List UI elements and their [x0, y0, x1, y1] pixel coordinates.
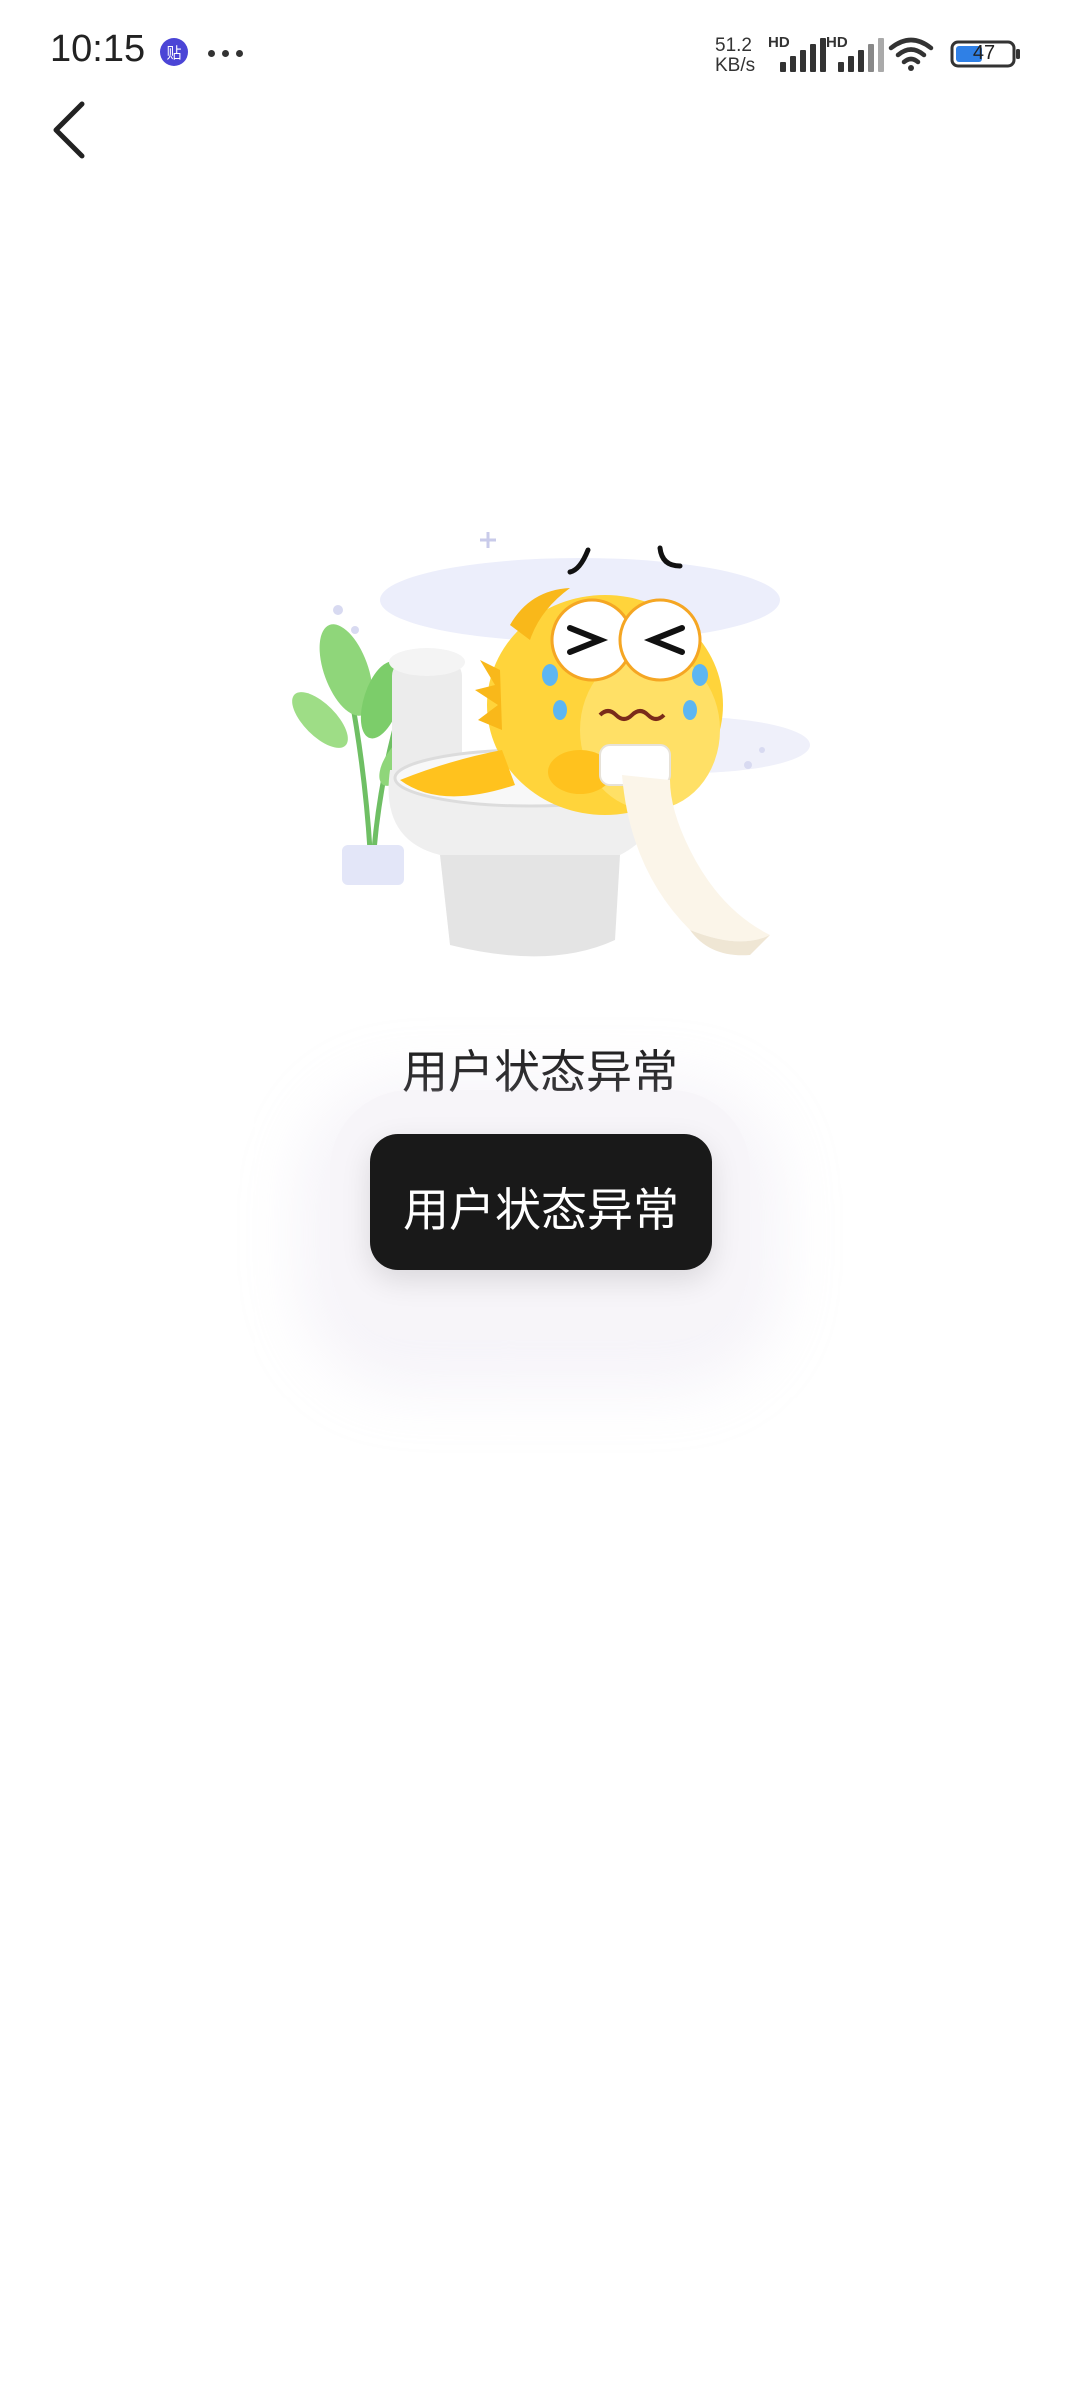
tieba-notification-icon: 贴: [160, 38, 188, 66]
sim1-hd-label: HD: [768, 34, 790, 51]
wifi-icon: [888, 37, 934, 71]
sim1-signal-icon: HD: [768, 34, 828, 72]
status-bar: 10:15 贴 51.2 KB/s HD HD 47: [0, 0, 1080, 110]
app-icon-label: 贴: [166, 44, 182, 62]
network-speed-unit: KB/s: [715, 55, 756, 76]
battery-level: 47: [972, 42, 996, 64]
battery-icon: 47: [950, 40, 1022, 68]
sim2-hd-label: HD: [826, 34, 848, 51]
status-time: 10:15: [50, 28, 146, 70]
error-illustration: [270, 510, 810, 990]
back-button[interactable]: [44, 96, 104, 166]
network-speed: 51.2 KB/s: [715, 36, 765, 76]
toast: 用户状态异常: [370, 1134, 712, 1270]
network-speed-value: 51.2: [715, 35, 752, 56]
toast-text: 用户状态异常: [403, 1183, 679, 1237]
chevron-left-icon: [53, 101, 85, 159]
more-notifications-icon: [208, 50, 250, 57]
sim2-signal-icon: HD: [826, 34, 886, 72]
